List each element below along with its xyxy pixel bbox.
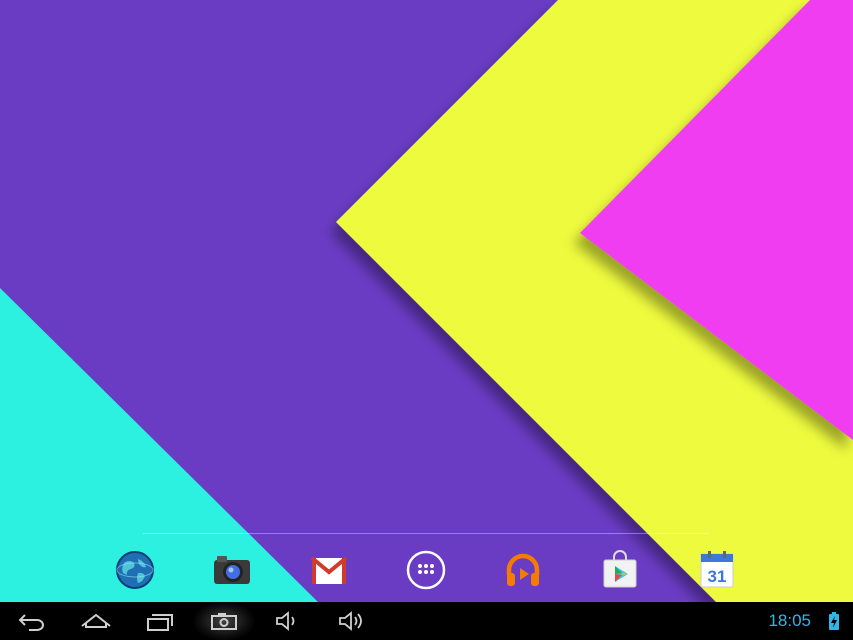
volume-up-icon — [339, 611, 362, 631]
volume-down-button[interactable] — [258, 602, 318, 640]
recents-icon — [147, 614, 173, 631]
back-button[interactable] — [2, 602, 62, 640]
screenshot-icon — [211, 613, 237, 630]
calendar-icon: 31 — [700, 551, 734, 588]
dock-divider — [143, 533, 709, 534]
headphones-icon — [506, 553, 540, 586]
gmail-icon — [310, 556, 348, 584]
volume-up-button[interactable] — [322, 602, 382, 640]
browser-app-icon[interactable] — [113, 548, 157, 592]
navigation-bar: 18:05 — [0, 602, 853, 640]
battery-charging-icon[interactable] — [829, 612, 839, 630]
home-icon — [81, 613, 111, 628]
play-music-app-icon[interactable] — [501, 548, 545, 592]
camera-icon — [214, 556, 250, 584]
play-store-icon — [603, 550, 637, 588]
home-button[interactable] — [66, 602, 126, 640]
calendar-day: 31 — [708, 567, 727, 586]
recents-button[interactable] — [130, 602, 190, 640]
dock: 31 — [0, 540, 853, 600]
gmail-app-icon[interactable] — [307, 548, 351, 592]
globe-icon — [116, 551, 154, 589]
wallpaper — [0, 0, 853, 602]
camera-app-icon[interactable] — [210, 548, 254, 592]
wallpaper-shapes — [0, 0, 853, 602]
play-store-app-icon[interactable] — [598, 548, 642, 592]
apps-grid-icon — [406, 550, 446, 590]
calendar-app-icon[interactable]: 31 — [695, 548, 739, 592]
screenshot-button[interactable] — [194, 602, 254, 640]
back-icon — [18, 614, 44, 631]
volume-down-icon — [276, 611, 295, 631]
app-drawer-button[interactable] — [404, 548, 448, 592]
status-clock[interactable]: 18:05 — [768, 611, 811, 631]
